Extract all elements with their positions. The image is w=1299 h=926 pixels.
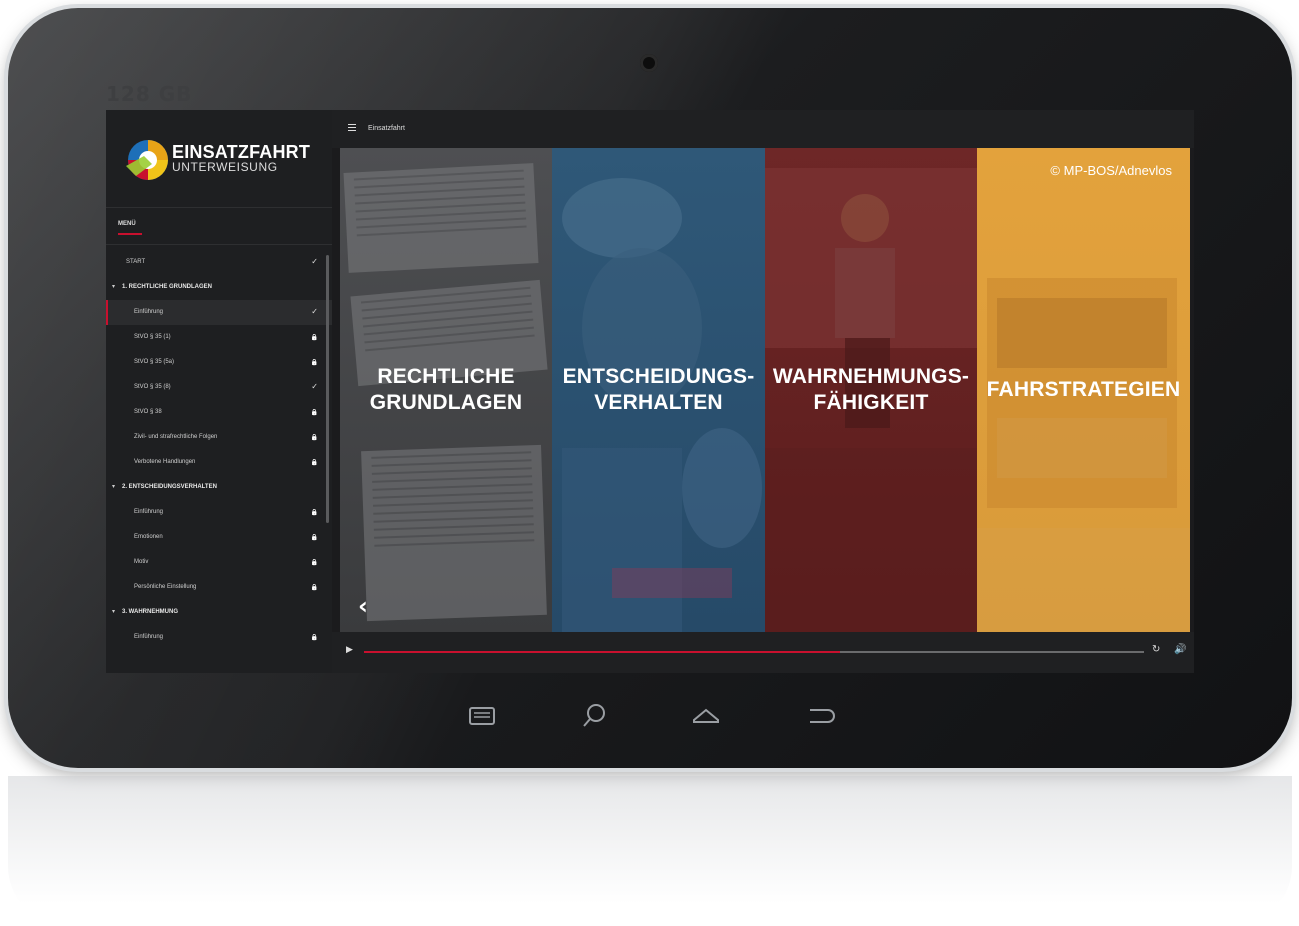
camera-icon — [640, 54, 658, 72]
sidebar-item[interactable]: Persönliche Einstellung 🔒 — [106, 575, 332, 600]
panel-entscheidungsverhalten[interactable]: ENTSCHEIDUNGS- VERHALTEN — [552, 148, 765, 632]
app-logo-icon — [126, 140, 168, 180]
sidebar-item-label: StVO § 35 (8) — [134, 384, 171, 390]
sidebar-item-label: Einführung — [134, 509, 164, 515]
search-icon[interactable] — [574, 698, 614, 734]
top-bar: Einsatzfahrt — [332, 110, 1194, 148]
lock-icon: 🔒 — [310, 359, 318, 366]
lock-icon: 🔒 — [310, 584, 318, 591]
sidebar-item-label: StVO § 38 — [134, 409, 162, 415]
sidebar-item[interactable]: Einführung 🔒 — [106, 625, 332, 650]
sidebar-item-label: Emotionen — [134, 534, 163, 540]
brand: EINSATZFAHRT UNTERWEISUNG — [172, 143, 310, 174]
lock-icon: 🔒 — [310, 409, 318, 416]
copyright-notice: © MP-BOS/Adnevlos — [1050, 163, 1172, 178]
sidebar-item[interactable]: StVO § 35 (1) 🔒 — [106, 325, 332, 350]
hamburger-menu-icon[interactable] — [348, 124, 356, 133]
document-image — [343, 163, 539, 273]
checkmark-icon: ✓ — [311, 257, 318, 266]
panel-label: FAHRSTRATEGIEN — [986, 378, 1181, 401]
progress-fill — [364, 651, 840, 653]
panel-label: WAHRNEHMUNGS- FÄHIGKEIT — [772, 365, 970, 414]
sidebar-item[interactable]: Einführung ✓ — [106, 300, 332, 325]
panel-label: RECHTLICHE GRUNDLAGEN — [369, 365, 523, 414]
sidebar-item[interactable]: Verbotene Handlungen 🔒 — [106, 450, 332, 475]
collapse-icon[interactable]: ▾ — [112, 283, 115, 290]
sidebar-item[interactable]: START ✓ — [106, 250, 332, 275]
sidebar-item-label: Motiv — [134, 559, 149, 565]
panel-fahrstrategien[interactable]: © MP-BOS/Adnevlos FAHRSTRATEGIEN — [977, 148, 1190, 632]
sidebar-item-label: 1. RECHTLICHE GRUNDLAGEN — [122, 284, 213, 290]
brand-subtitle: UNTERWEISUNG — [172, 160, 278, 174]
previous-slide-icon[interactable]: ‹ — [358, 592, 368, 620]
checkmark-icon: ✓ — [311, 382, 318, 391]
sidebar-item-label: 2. ENTSCHEIDUNGSVERHALTEN — [122, 484, 217, 490]
sidebar-item[interactable]: Motiv 🔒 — [106, 550, 332, 575]
content-stage: RECHTLICHE GRUNDLAGEN ‹ ENTSCHEIDUNGS- VER… — [340, 148, 1190, 632]
player-controls: ▶ ↻ 🔊 — [332, 632, 1194, 673]
sidebar-item-label: Verbotene Handlungen — [134, 459, 196, 465]
collapse-icon[interactable]: ▾ — [112, 608, 115, 615]
nav-list: START ✓ 1. RECHTLICHE GRUNDLAGEN ▾ Einführun… — [106, 250, 332, 650]
sidebar-item[interactable]: StVO § 35 (5a) 🔒 — [106, 350, 332, 375]
lock-icon: 🔒 — [310, 334, 318, 341]
lock-icon: 🔒 — [310, 434, 318, 441]
lock-icon: 🔒 — [310, 459, 318, 466]
sidebar: EINSATZFAHRT UNTERWEISUNG MENÜ START ✓ 1. … — [106, 110, 332, 673]
collapse-icon[interactable]: ▾ — [112, 483, 115, 490]
menu-icon[interactable] — [462, 698, 502, 734]
sidebar-item[interactable]: StVO § 35 (8) ✓ — [106, 375, 332, 400]
lock-icon: 🔒 — [310, 634, 318, 641]
lock-icon: 🔒 — [310, 509, 318, 516]
lock-icon: 🔒 — [310, 559, 318, 566]
menu-heading-underline — [118, 233, 142, 235]
sidebar-item-label: StVO § 35 (1) — [134, 334, 171, 340]
sidebar-scrollbar[interactable] — [326, 255, 329, 523]
sidebar-item-label: StVO § 35 (5a) — [134, 359, 175, 365]
play-icon[interactable]: ▶ — [346, 645, 353, 655]
menu-heading: MENÜ — [106, 207, 332, 245]
sidebar-item-label: Einführung — [134, 309, 164, 315]
sidebar-item-label: Einführung — [134, 634, 164, 640]
panel-label: ENTSCHEIDUNGS- VERHALTEN — [562, 365, 755, 414]
home-icon[interactable] — [686, 698, 726, 734]
lock-icon: 🔒 — [310, 534, 318, 541]
reload-icon[interactable]: ↻ — [1152, 644, 1160, 655]
sidebar-item[interactable]: Zivil- und strafrechtliche Folgen 🔒 — [106, 425, 332, 450]
menu-heading-label: MENÜ — [118, 221, 136, 227]
sidebar-item[interactable]: Einführung 🔒 — [106, 500, 332, 525]
checkmark-icon: ✓ — [311, 307, 318, 316]
sidebar-item[interactable]: Emotionen 🔒 — [106, 525, 332, 550]
course-title: Einsatzfahrt — [368, 125, 405, 132]
sidebar-item-label: START — [126, 259, 146, 265]
panel-wahrnehmungsfaehigkeit[interactable]: WAHRNEHMUNGS- FÄHIGKEIT — [765, 148, 977, 632]
sidebar-section[interactable]: 1. RECHTLICHE GRUNDLAGEN ▾ — [106, 275, 332, 300]
reflection — [8, 776, 1292, 926]
screen: EINSATZFAHRT UNTERWEISUNG MENÜ START ✓ 1. … — [106, 110, 1194, 673]
sidebar-item-label: 3. WAHRNEHMUNG — [122, 609, 179, 615]
panel-rechtliche-grundlagen[interactable]: RECHTLICHE GRUNDLAGEN ‹ — [340, 148, 552, 632]
volume-icon[interactable]: 🔊 — [1174, 644, 1186, 655]
brand-title: EINSATZFAHRT — [172, 142, 311, 162]
sidebar-item-label: Zivil- und strafrechtliche Folgen — [134, 434, 218, 440]
storage-label: 128 GB — [106, 82, 193, 106]
sidebar-item[interactable]: StVO § 38 🔒 — [106, 400, 332, 425]
sidebar-section[interactable]: 2. ENTSCHEIDUNGSVERHALTEN ▾ — [106, 475, 332, 500]
sidebar-item-label: Persönliche Einstellung — [134, 584, 197, 590]
back-icon[interactable] — [800, 698, 840, 734]
sidebar-section[interactable]: 3. WAHRNEHMUNG ▾ — [106, 600, 332, 625]
progress-bar[interactable] — [364, 651, 1144, 653]
document-image — [361, 444, 547, 622]
